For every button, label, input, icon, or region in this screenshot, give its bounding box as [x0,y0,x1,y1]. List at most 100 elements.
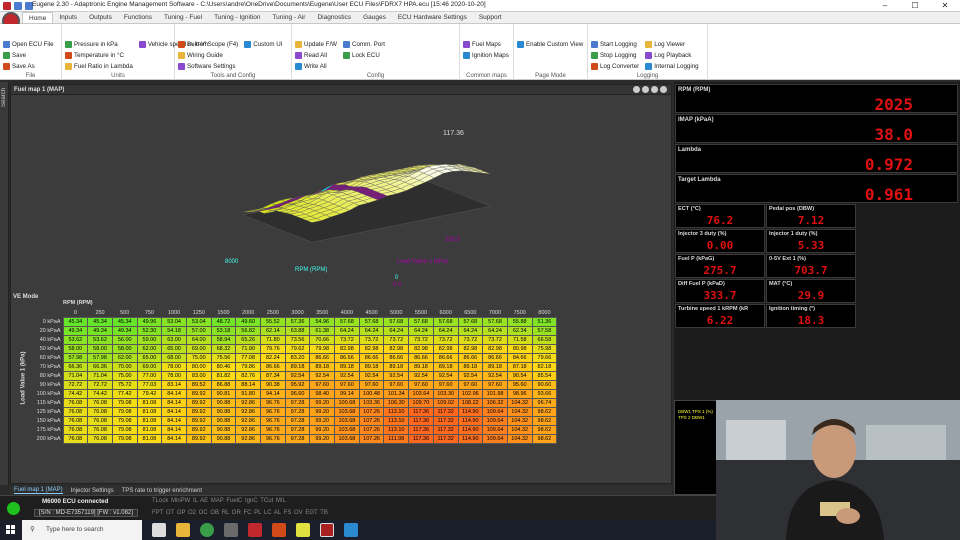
ve-cell[interactable]: 71.58 [506,334,533,345]
ve-cell[interactable]: 65.00 [161,343,187,354]
ve-cell[interactable]: 117.32 [432,415,459,426]
ve-cell[interactable]: 82.76 [235,370,261,381]
ve-cell[interactable]: 97.60 [383,379,410,390]
ve-cell[interactable]: 92.86 [235,397,261,408]
ve-cell[interactable]: 64.24 [408,325,434,336]
ve-cell[interactable]: 86.66 [432,352,459,363]
ve-cell[interactable]: 106.32 [482,397,508,408]
ve-cell[interactable]: 86.66 [482,352,508,363]
ve-cell[interactable]: 117.36 [408,415,434,426]
ve-cell[interactable]: 64.24 [383,325,410,336]
ve-cell[interactable]: 57.00 [185,325,212,336]
ve-cell[interactable]: 92.86 [235,424,261,435]
ve-cell[interactable]: 104.32 [506,406,533,417]
tab-inputs[interactable]: Inputs [53,12,83,23]
ve-cell[interactable]: 80.00 [185,361,212,372]
ve-cell[interactable]: 45.34 [111,316,138,327]
ve-cell[interactable]: 98.96 [506,388,533,399]
ve-cell[interactable]: 73.72 [358,334,385,345]
ve-cell[interactable]: 57.58 [531,325,558,336]
ve-cell[interactable]: 96.76 [260,406,286,417]
windows-start-icon[interactable] [0,520,22,540]
ve-cell[interactable]: 79.08 [111,406,138,417]
ve-cell[interactable]: 89.92 [185,397,212,408]
doc-tab-tps-rate-to-trigger-enrichment[interactable]: TPS rate to trigger enrichment [122,488,202,494]
ve-cell[interactable]: 82.98 [408,343,434,354]
ve-cell[interactable]: 56.82 [235,325,261,336]
ve-cell[interactable]: 99.20 [309,415,336,426]
search-strip[interactable]: Search [0,82,9,485]
ve-cell[interactable]: 86.66 [358,352,385,363]
ve-cell[interactable]: 57.98 [62,352,89,363]
tab-home[interactable]: Home [22,12,54,23]
ve-cell[interactable]: 62.00 [111,352,138,363]
ve-cell[interactable]: 96.76 [260,433,286,444]
ve-cell[interactable]: 107.26 [358,424,385,435]
built-in-scope-f4-button[interactable]: Built-in Scope (F4) [178,40,238,48]
ve-cell[interactable]: 83.00 [185,370,212,381]
ve-cell[interactable]: 57.68 [334,316,360,327]
ve-cell[interactable]: 79.42 [136,388,163,399]
ve-cell[interactable]: 80.46 [210,361,237,372]
ve-cell[interactable]: 76.08 [87,406,113,417]
ve-cell[interactable]: 71.90 [235,343,261,354]
ve-cell[interactable]: 109.64 [482,415,508,426]
gauge-diff-fuel-p-kpad[interactable]: Diff Fuel P (kPaD) 333.7 [675,279,765,303]
ve-cell[interactable]: 97.28 [284,433,311,444]
ve-cell[interactable]: 55.88 [506,316,533,327]
log-graph-panel[interactable]: DBW1 TPS 1 (%) TPS 2 DBW1 [674,400,720,495]
gauge-mat-c[interactable]: MAT (°C) 29.9 [766,279,856,303]
internal-logging-button[interactable]: Internal Logging [645,62,699,70]
ve-cell[interactable]: 79.08 [111,433,138,444]
ve-cell[interactable]: 107.26 [358,433,385,444]
ve-cell[interactable]: 104.32 [506,433,533,444]
ve-cell[interactable]: 87.18 [506,361,533,372]
ve-cell[interactable]: 68.00 [161,352,187,363]
tab-ecu-hardware-settings[interactable]: ECU Hardware Settings [392,12,473,23]
eugene-taskbar-icon[interactable] [320,523,334,537]
app-icon-4[interactable] [296,523,310,537]
ve-table[interactable]: 0 250 500 750 1000 1250 1500 2000 2500 3000 3500 40… [29,309,558,444]
ve-cell[interactable]: 86.66 [457,352,484,363]
ve-cell[interactable]: 49.34 [62,325,89,336]
ve-cell[interactable]: 92.54 [284,370,311,381]
ve-cell[interactable]: 80.98 [506,343,533,354]
ve-cell[interactable]: 97.60 [408,379,434,390]
ve-cell[interactable]: 117.36 [408,424,434,435]
gauge-lambda[interactable]: Lambda 0.972 [675,144,958,174]
ve-cell[interactable]: 84.14 [161,415,187,426]
ve-cell[interactable]: 109.70 [408,397,434,408]
ve-cell[interactable]: 90.88 [210,433,237,444]
ve-cell[interactable]: 73.72 [457,334,484,345]
ve-cell[interactable]: 114.90 [457,433,484,444]
ignition-maps-button[interactable]: Ignition Maps [463,51,509,59]
chrome-icon[interactable] [200,523,214,537]
ve-cell[interactable]: 74.42 [87,388,113,399]
app-icon-3[interactable] [272,523,286,537]
ve-cell[interactable]: 49.60 [235,316,261,327]
ve-cell[interactable]: 100.48 [358,388,385,399]
ve-cell[interactable]: 62.00 [136,343,163,354]
ve-cell[interactable]: 68.32 [210,343,237,354]
ve-cell[interactable]: 117.32 [432,406,459,417]
ve-cell[interactable]: 61.38 [309,325,336,336]
enable-custom-view-button[interactable]: Enable Custom View [517,40,583,48]
ve-cell[interactable]: 53.62 [87,334,113,345]
ve-cell[interactable]: 76.08 [87,415,113,426]
taskbar-search[interactable]: ⚲ Type here to search [22,520,142,540]
ve-cell[interactable]: 82.98 [482,343,508,354]
ve-cell[interactable]: 82.18 [531,361,558,372]
ve-cell[interactable]: 117.32 [432,424,459,435]
ve-cell[interactable]: 92.54 [383,370,410,381]
log-converter-button[interactable]: Log Converter [591,62,639,70]
ve-cell[interactable]: 86.66 [383,352,410,363]
ve-cell[interactable]: 90.60 [531,379,558,390]
ve-cell[interactable]: 83.20 [284,352,311,363]
ve-cell[interactable]: 76.08 [62,424,89,435]
ve-cell[interactable]: 81.08 [136,433,163,444]
ve-cell[interactable]: 73.72 [334,334,360,345]
ve-cell[interactable]: 75.00 [185,352,212,363]
ve-cell[interactable]: 79.08 [111,424,138,435]
ve-cell[interactable]: 97.60 [482,379,508,390]
ve-cell[interactable]: 109.64 [482,424,508,435]
